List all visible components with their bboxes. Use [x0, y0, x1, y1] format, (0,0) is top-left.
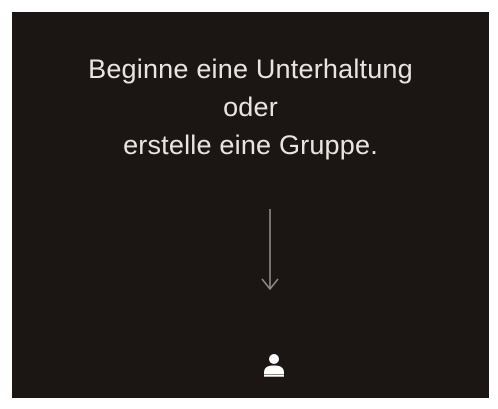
person-icon[interactable] — [263, 353, 285, 377]
empty-state-message: Beginne eine Unterhaltung oder erstelle … — [12, 50, 489, 164]
empty-state-line-2: oder — [223, 92, 278, 122]
arrow-down-icon — [261, 209, 279, 291]
empty-state-line-3: erstelle eine Gruppe. — [123, 130, 378, 160]
empty-state-line-1: Beginne eine Unterhaltung — [88, 54, 413, 84]
empty-chat-screen: Beginne eine Unterhaltung oder erstelle … — [12, 12, 489, 398]
